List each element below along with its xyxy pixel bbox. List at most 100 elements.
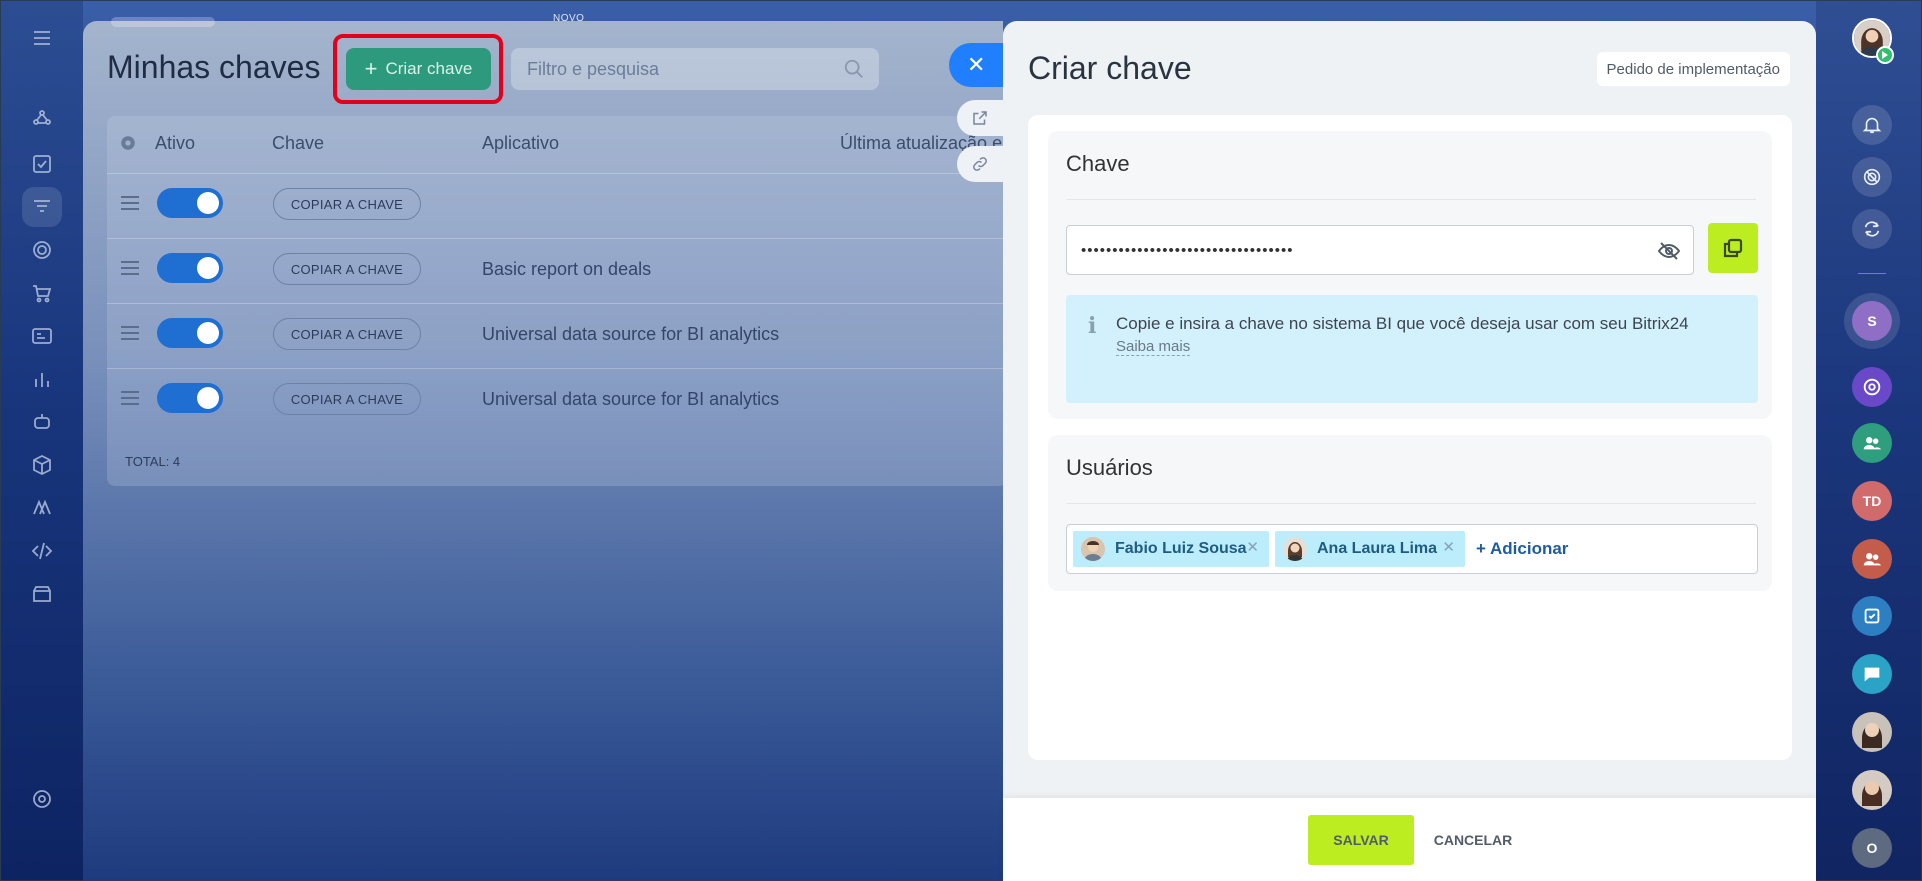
target-ring-icon[interactable] — [1852, 157, 1892, 197]
key-value: •••••••••••••••••••••••••••••••••• — [1081, 241, 1294, 259]
drag-handle-icon[interactable] — [121, 261, 139, 275]
openlines-icon[interactable] — [1852, 367, 1892, 407]
code-icon[interactable] — [22, 531, 62, 571]
tasks-icon[interactable] — [22, 144, 62, 184]
message-chat-icon[interactable] — [1852, 654, 1892, 694]
sites-icon[interactable] — [22, 488, 62, 528]
contact-avatar-o[interactable]: O — [1852, 828, 1892, 868]
remove-user-icon[interactable]: ✕ — [1246, 538, 1259, 556]
notification-bell-icon[interactable] — [1852, 105, 1892, 145]
open-new-window-button[interactable] — [957, 100, 1009, 136]
crm-icon[interactable] — [22, 100, 62, 140]
menu-icon[interactable] — [22, 18, 62, 58]
active-toggle[interactable] — [157, 383, 223, 413]
users-field[interactable]: Fabio Luiz Sousa ✕ Ana Laura Lima ✕ + Ad… — [1066, 524, 1758, 574]
cancel-button[interactable]: CANCELAR — [1423, 815, 1523, 865]
key-section: Chave ••••••••••••••••••••••••••••••••••… — [1048, 131, 1772, 419]
group-chat-icon[interactable] — [1852, 539, 1892, 579]
user-name: Fabio Luiz Sousa — [1115, 540, 1247, 557]
drag-handle-icon[interactable] — [121, 196, 139, 210]
task-chat-icon[interactable] — [1852, 596, 1892, 636]
slider-footer: SALVAR CANCELAR — [1003, 798, 1816, 881]
settings-icon[interactable] — [22, 779, 62, 819]
search-placeholder: Filtro e pesquisa — [527, 58, 660, 79]
add-user-link[interactable]: + Adicionar — [1476, 539, 1568, 559]
drag-handle-icon[interactable] — [121, 326, 139, 340]
drag-handle-icon[interactable] — [121, 391, 139, 405]
cart-icon[interactable] — [22, 273, 62, 313]
target-icon[interactable] — [22, 230, 62, 270]
info-box: i Copie e insira a chave no sistema BI q… — [1066, 295, 1758, 403]
avatar — [1081, 537, 1105, 561]
users-section-title: Usuários — [1066, 455, 1153, 480]
link-icon — [973, 157, 987, 171]
bar-chart-icon[interactable] — [22, 359, 62, 399]
table-row: COPIAR A CHAVE — [107, 173, 1007, 237]
contact-card-icon[interactable] — [22, 316, 62, 356]
close-slider-button[interactable]: ✕ — [949, 43, 1009, 87]
learn-more-link[interactable]: Saiba mais — [1116, 339, 1191, 356]
header-active[interactable]: Ativo — [155, 133, 195, 154]
copy-link-button[interactable] — [957, 146, 1009, 182]
sync-icon[interactable] — [1852, 209, 1892, 249]
hide-eye-icon[interactable] — [1657, 239, 1681, 263]
cube-icon[interactable] — [22, 445, 62, 485]
divider — [1858, 273, 1886, 274]
implementation-request-button[interactable]: Pedido de implementação — [1596, 52, 1790, 86]
table-row: COPIAR A CHAVE Basic report on deals — [107, 238, 1007, 302]
copy-key-button[interactable]: COPIAR A CHAVE — [273, 318, 421, 350]
header-app[interactable]: Aplicativo — [482, 133, 559, 154]
left-sidebar — [1, 1, 83, 881]
gear-icon[interactable] — [119, 134, 137, 152]
bi-analytics-icon[interactable] — [22, 187, 62, 227]
user-name: Ana Laura Lima — [1317, 540, 1438, 557]
remove-user-icon[interactable]: ✕ — [1442, 538, 1455, 556]
robot-icon[interactable] — [22, 402, 62, 442]
store-icon[interactable] — [22, 574, 62, 614]
avatar — [1283, 537, 1307, 561]
search-input[interactable]: Filtro e pesquisa — [511, 48, 879, 90]
contact-avatar-td[interactable]: TD — [1852, 481, 1892, 521]
table-row: COPIAR A CHAVE Universal data source for… — [107, 303, 1007, 367]
contact-avatar[interactable] — [1852, 770, 1892, 810]
active-toggle[interactable] — [157, 318, 223, 348]
new-tag: NOVO — [553, 13, 585, 24]
users-section: Usuários Fabio Luiz Sousa ✕ Ana Laura Li… — [1048, 435, 1772, 591]
app-name: Basic report on deals — [482, 259, 652, 279]
right-sidebar: S TD O — [1816, 1, 1922, 881]
play-status-icon — [1876, 46, 1894, 64]
user-chip[interactable]: Ana Laura Lima ✕ — [1275, 531, 1465, 567]
divider — [1066, 199, 1756, 200]
header-key[interactable]: Chave — [272, 133, 324, 154]
info-icon: i — [1088, 313, 1097, 339]
copy-icon — [1723, 238, 1743, 258]
app-name: Universal data source for BI analytics — [482, 389, 780, 409]
copy-key-button[interactable]: COPIAR A CHAVE — [273, 383, 421, 415]
key-section-title: Chave — [1066, 151, 1130, 176]
close-icon: ✕ — [967, 52, 986, 77]
form-card: Chave ••••••••••••••••••••••••••••••••••… — [1028, 115, 1792, 760]
table-row: COPIAR A CHAVE Universal data source for… — [107, 368, 1007, 432]
group-chat-icon[interactable] — [1852, 423, 1892, 463]
copy-key-button[interactable]: COPIAR A CHAVE — [273, 188, 421, 220]
page-title: Minhas chaves — [107, 49, 321, 85]
app-name: Universal data source for BI analytics — [482, 324, 780, 344]
contact-avatar[interactable] — [1852, 712, 1892, 752]
slider-title: Criar chave — [1028, 50, 1192, 86]
user-chip[interactable]: Fabio Luiz Sousa ✕ — [1073, 531, 1269, 567]
contact-avatar-s[interactable]: S — [1852, 301, 1892, 341]
highlight-annotation — [333, 34, 503, 104]
search-icon — [844, 59, 863, 78]
divider — [1066, 503, 1756, 504]
active-toggle[interactable] — [157, 253, 223, 283]
active-toggle[interactable] — [157, 188, 223, 218]
key-field[interactable]: •••••••••••••••••••••••••••••••••• — [1066, 225, 1694, 275]
top-tab-pill — [111, 17, 215, 27]
copy-key-icon-button[interactable] — [1708, 223, 1758, 273]
external-link-icon — [973, 111, 987, 125]
total-count: TOTAL: 4 — [125, 454, 181, 469]
create-key-slider: Criar chave Pedido de implementação Chav… — [1003, 21, 1816, 881]
info-text: Copie e insira a chave no sistema BI que… — [1116, 314, 1689, 333]
copy-key-button[interactable]: COPIAR A CHAVE — [273, 253, 421, 285]
save-button[interactable]: SALVAR — [1308, 815, 1414, 865]
